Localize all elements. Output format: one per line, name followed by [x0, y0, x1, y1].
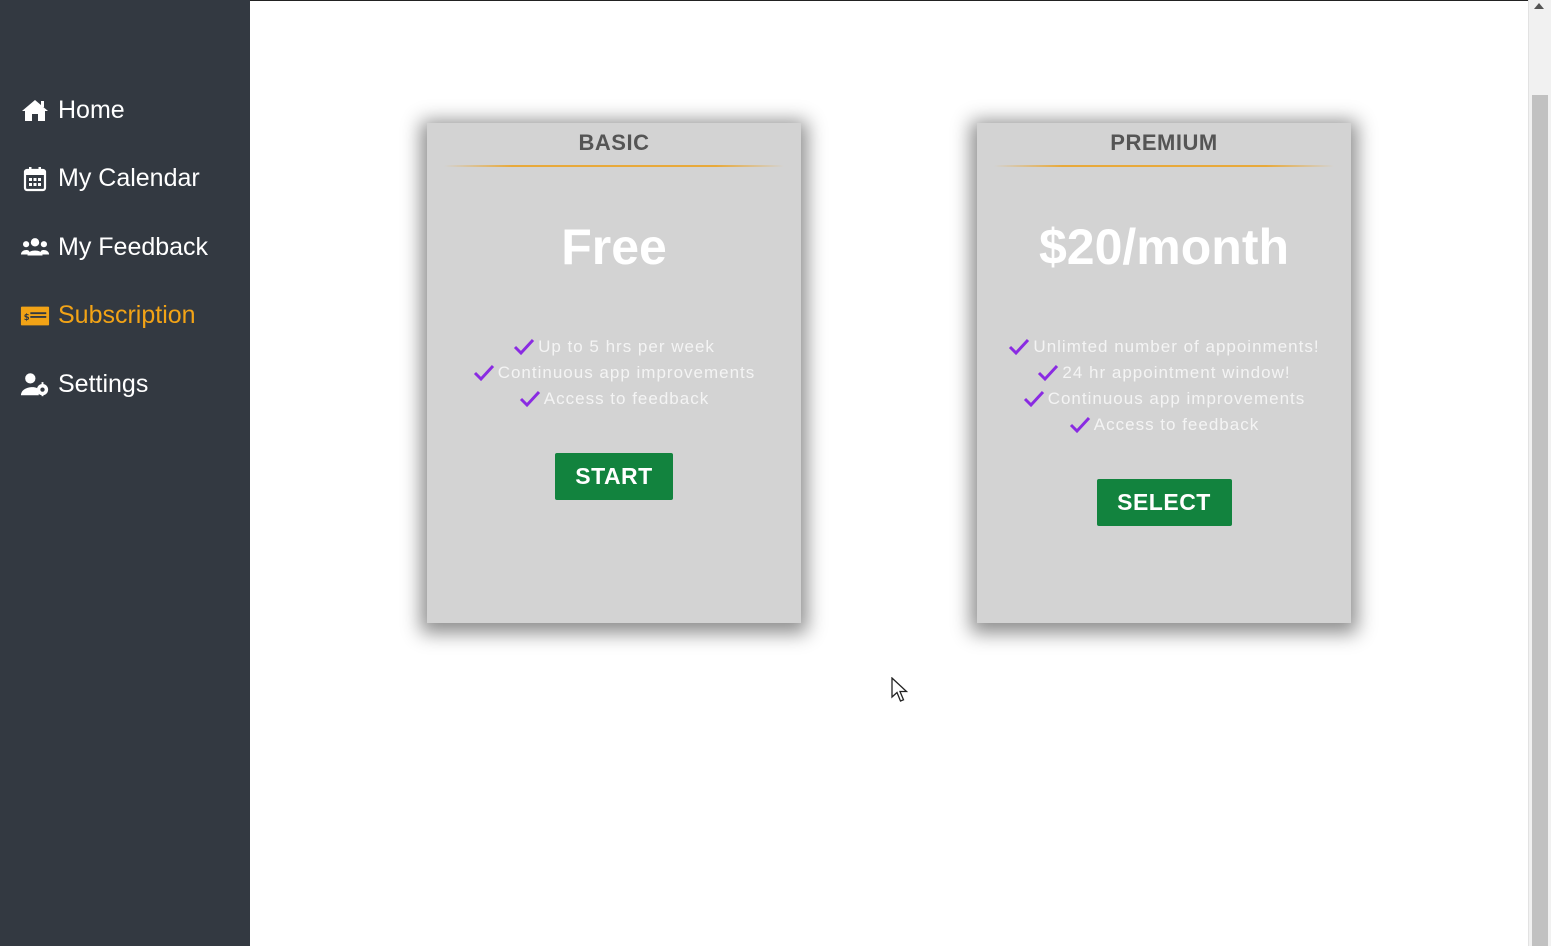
plan-price: $20/month [1038, 219, 1290, 275]
plan-title: BASIC [578, 130, 650, 155]
list-item: Access to feedback [427, 386, 801, 412]
list-item: Access to feedback [977, 412, 1351, 438]
plan-divider [994, 165, 1334, 167]
sidebar-nav: Home My Calendar My Feedback $ Subscript… [20, 92, 208, 435]
vertical-scrollbar[interactable] [1528, 0, 1551, 946]
calendar-icon [20, 164, 50, 194]
money-card-icon: $ [20, 301, 50, 331]
sidebar-item-label: Subscription [58, 301, 196, 329]
feature-text: Up to 5 hrs per week [538, 337, 715, 356]
mouse-cursor-icon [891, 677, 909, 702]
feature-text: Continuous app improvements [497, 363, 756, 382]
list-item: Continuous app improvements [977, 386, 1351, 412]
check-icon [473, 364, 494, 382]
plan-card-premium: PREMIUM $20/month Unlimted number of app… [977, 123, 1351, 623]
sidebar-item-label: Home [58, 95, 125, 124]
feature-text: 24 hr appointment window! [1062, 363, 1291, 382]
check-icon [1023, 390, 1044, 408]
sidebar-item-settings[interactable]: Settings [20, 366, 208, 402]
plan-card-basic: BASIC Free Up to 5 hrs per week Continuo… [427, 123, 801, 623]
list-item: 24 hr appointment window! [977, 360, 1351, 386]
list-item: Unlimted number of appoinments! [977, 334, 1351, 360]
list-item: Continuous app improvements [427, 360, 801, 386]
feature-text: Unlimted number of appoinments! [1033, 337, 1320, 356]
feature-text: Access to feedback [1093, 415, 1260, 434]
plan-feature-list: Up to 5 hrs per week Continuous app impr… [427, 334, 801, 412]
svg-text:$: $ [24, 311, 30, 321]
plan-price: Free [561, 219, 667, 275]
select-button[interactable]: SELECT [1096, 479, 1232, 526]
list-item: Up to 5 hrs per week [427, 334, 801, 360]
home-icon [20, 95, 50, 125]
sidebar-item-my-feedback[interactable]: My Feedback [20, 229, 208, 265]
scrollbar-thumb[interactable] [1532, 95, 1548, 946]
sidebar: Home My Calendar My Feedback $ Subscript… [0, 0, 250, 946]
check-icon [1069, 416, 1090, 434]
check-icon [514, 338, 535, 356]
sidebar-item-label: Settings [58, 369, 149, 398]
sidebar-item-home[interactable]: Home [20, 92, 208, 128]
user-gear-icon [20, 369, 50, 399]
feature-text: Continuous app improvements [1047, 389, 1306, 408]
check-icon [1038, 364, 1059, 382]
check-icon [1009, 338, 1030, 356]
sidebar-item-subscription[interactable]: $ Subscription [20, 298, 208, 334]
scroll-up-arrow-icon[interactable] [1534, 3, 1544, 9]
check-icon [519, 390, 540, 408]
start-button[interactable]: START [555, 453, 673, 500]
sidebar-item-label: My Calendar [58, 164, 200, 192]
plan-divider [444, 165, 784, 167]
app-window: Home My Calendar My Feedback $ Subscript… [0, 0, 1551, 946]
sidebar-item-my-calendar[interactable]: My Calendar [20, 161, 208, 197]
sidebar-item-label: My Feedback [58, 232, 209, 261]
feature-text: Access to feedback [543, 389, 710, 408]
plan-feature-list: Unlimted number of appoinments! 24 hr ap… [977, 334, 1351, 438]
plan-title: PREMIUM [1110, 130, 1218, 155]
users-icon [20, 232, 50, 262]
